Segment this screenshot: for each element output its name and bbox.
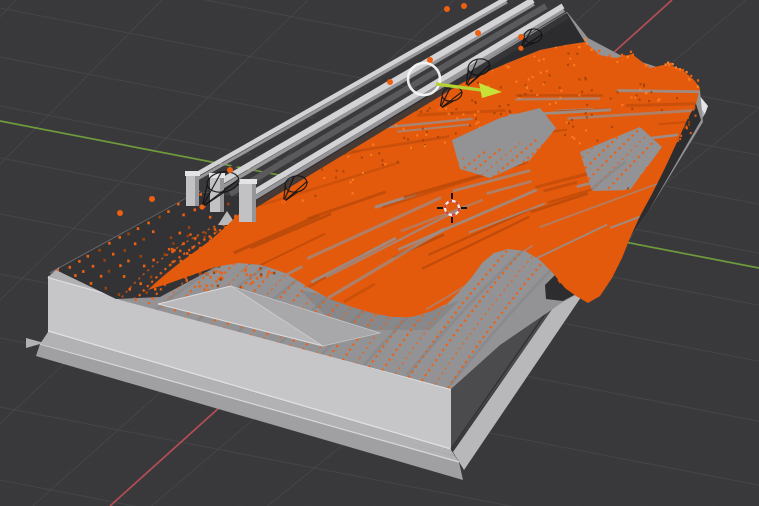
rail-end-post[interactable] bbox=[185, 171, 200, 206]
3d-viewport[interactable] bbox=[0, 0, 759, 506]
rail-end-post[interactable] bbox=[238, 179, 257, 222]
